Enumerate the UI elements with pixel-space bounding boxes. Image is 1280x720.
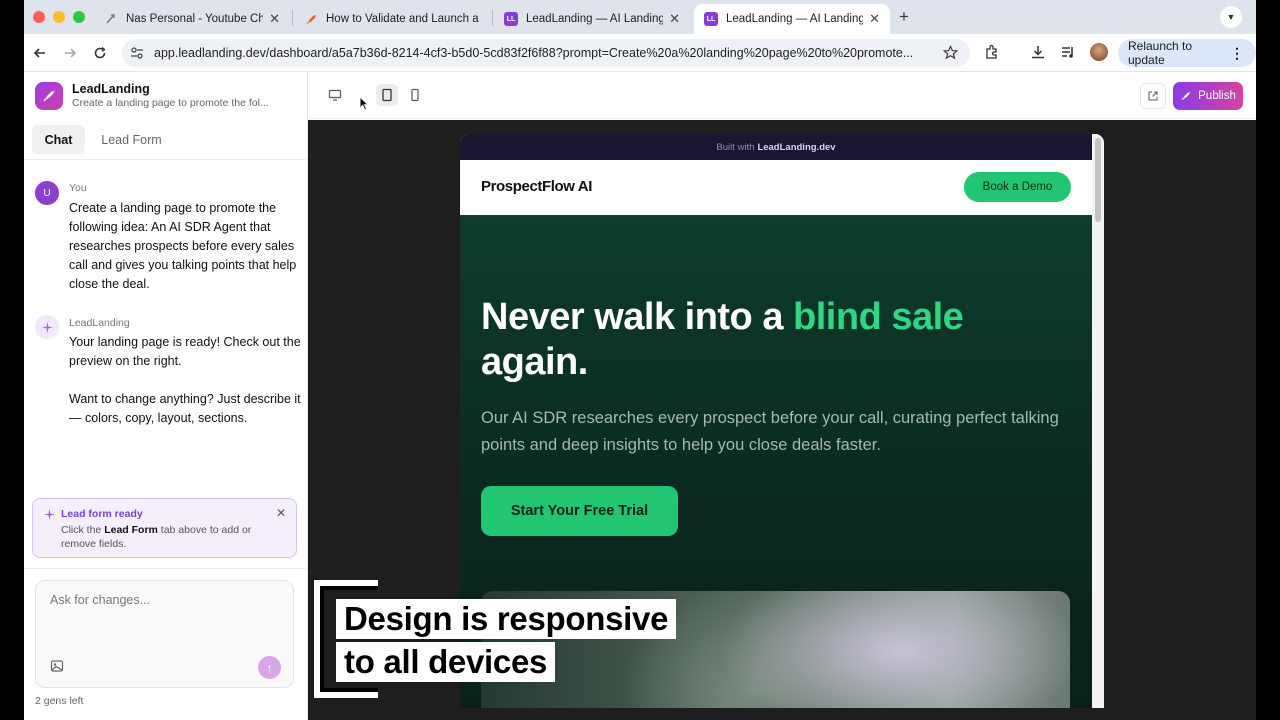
assistant-message: Your landing page is ready! Check out th…: [69, 335, 301, 368]
tab-strip: Nas Personal - Youtube Chan ✕ How to Val…: [24, 0, 1256, 34]
tab-chat[interactable]: Chat: [32, 125, 85, 154]
close-tab-icon[interactable]: ✕: [869, 11, 880, 27]
caption-line: Design is responsive: [336, 599, 677, 639]
app-name: LeadLanding: [72, 82, 150, 96]
notice-body: Click the Lead Form tab above to add or …: [61, 523, 271, 551]
rocket-favicon-icon: [304, 12, 318, 26]
browser-tab-active[interactable]: LL LeadLanding — AI Landing Pa ✕: [694, 4, 890, 34]
hero-title: Never walk into a blind sale again.: [481, 295, 1081, 385]
sparkle-avatar-icon: [35, 315, 59, 339]
leadlanding-favicon-icon: LL: [704, 12, 718, 26]
browser-tab[interactable]: How to Validate and Launch a: [294, 4, 490, 34]
caption-line: to all devices: [336, 642, 556, 682]
notice-body-prefix: Click the: [61, 524, 102, 536]
message-author: You: [69, 182, 87, 194]
desktop-view-icon[interactable]: [324, 84, 346, 106]
address-bar[interactable]: app.leadlanding.dev/dashboard/a5a7b36d-8…: [122, 39, 970, 67]
hero-title-highlight: blind sale: [793, 296, 964, 338]
built-with-prefix: Built with: [716, 141, 755, 153]
notice-body-bold: Lead Form: [104, 524, 158, 536]
project-subtitle: Create a landing page to promote the fol…: [72, 97, 269, 109]
close-tab-icon[interactable]: ✕: [269, 11, 280, 27]
close-icon[interactable]: ✕: [276, 506, 286, 520]
preview-scrollbar[interactable]: [1092, 134, 1104, 708]
back-icon[interactable]: [29, 42, 51, 64]
tab-label: LeadLanding — AI Landing Pa: [526, 13, 664, 25]
divider: [24, 568, 308, 569]
lead-form-notice: Lead form ready Click the Lead Form tab …: [32, 498, 297, 558]
hero-subtitle: Our AI SDR researches every prospect bef…: [481, 409, 1059, 454]
favicon-icon: [104, 12, 118, 26]
bookmark-star-icon[interactable]: [942, 45, 959, 65]
rocket-icon: [1181, 91, 1191, 101]
close-tab-icon[interactable]: ✕: [669, 11, 680, 27]
send-button[interactable]: ↑: [258, 656, 281, 679]
image-upload-icon[interactable]: [50, 659, 64, 673]
tab-lead-form[interactable]: Lead Form: [90, 125, 173, 154]
divider: [24, 159, 308, 160]
user-avatar: U: [35, 181, 59, 205]
tablet-view-icon[interactable]: [376, 84, 398, 106]
rocket-logo-icon: [35, 82, 63, 110]
chat-input-placeholder: Ask for changes...: [50, 593, 151, 607]
leadlanding-favicon-icon: LL: [504, 12, 518, 26]
mobile-view-icon[interactable]: [404, 84, 426, 106]
browser-tab[interactable]: Nas Personal - Youtube Chan ✕: [94, 4, 290, 34]
publish-label: Publish: [1198, 90, 1236, 102]
tab-label: How to Validate and Launch a: [326, 13, 479, 25]
sparkle-icon: [43, 508, 56, 526]
download-icon[interactable]: [1030, 44, 1046, 65]
extensions-icon[interactable]: [984, 44, 1000, 65]
book-demo-button[interactable]: Book a Demo: [964, 172, 1071, 202]
minimize-window-button[interactable]: [53, 11, 65, 23]
publish-button[interactable]: Publish: [1173, 82, 1243, 110]
relaunch-to-update-button[interactable]: Relaunch to update ⋮: [1118, 39, 1256, 67]
tab-separator: [492, 10, 493, 26]
media-control-icon[interactable]: [1060, 44, 1076, 65]
user-message: Create a landing page to promote the fol…: [69, 201, 297, 291]
tab-label: Nas Personal - Youtube Chan: [126, 13, 264, 25]
landing-brand[interactable]: ProspectFlow AI: [481, 178, 592, 195]
assistant-message: Want to change anything? Just describe i…: [69, 392, 301, 425]
notice-title: Lead form ready: [61, 508, 143, 520]
url-text: app.leadlanding.dev/dashboard/a5a7b36d-8…: [154, 46, 914, 60]
hero-title-part: Never walk into a: [481, 296, 783, 338]
more-menu-icon[interactable]: ⋮: [1230, 45, 1244, 62]
preview-toolbar: Publish: [308, 72, 1256, 119]
built-with-brand: LeadLanding.dev: [757, 141, 836, 153]
forward-icon[interactable]: [59, 42, 81, 64]
tab-label: LeadLanding — AI Landing Pa: [726, 13, 864, 25]
relaunch-label: Relaunch to update: [1128, 39, 1193, 67]
browser-tab[interactable]: LL LeadLanding — AI Landing Pa ✕: [494, 4, 690, 34]
maximize-window-button[interactable]: [73, 11, 85, 23]
mouse-cursor-icon: [359, 95, 370, 116]
browser-toolbar: app.leadlanding.dev/dashboard/a5a7b36d-8…: [24, 34, 1256, 72]
landing-navbar: ProspectFlow AI Book a Demo: [460, 160, 1092, 215]
hero-title-part: again.: [481, 341, 588, 383]
scrollbar-thumb[interactable]: [1095, 138, 1101, 222]
tab-search-icon[interactable]: ▼: [1220, 6, 1242, 28]
message-author: LeadLanding: [69, 317, 130, 329]
tab-separator: [292, 10, 293, 26]
start-free-trial-button[interactable]: Start Your Free Trial: [481, 486, 678, 536]
screen: Nas Personal - Youtube Chan ✕ How to Val…: [0, 0, 1280, 720]
chat-input[interactable]: Ask for changes... ↑: [35, 580, 294, 688]
built-with-banner[interactable]: Built with LeadLanding.dev: [460, 134, 1092, 160]
close-window-button[interactable]: [33, 11, 45, 23]
site-settings-icon[interactable]: [130, 46, 144, 60]
profile-avatar[interactable]: [1090, 43, 1108, 61]
generations-left: 2 gens left: [35, 695, 84, 707]
new-tab-icon[interactable]: +: [899, 7, 909, 27]
open-external-icon[interactable]: [1140, 83, 1166, 109]
reload-icon[interactable]: [89, 42, 111, 64]
chat-sidebar: LeadLanding Create a landing page to pro…: [24, 72, 308, 720]
